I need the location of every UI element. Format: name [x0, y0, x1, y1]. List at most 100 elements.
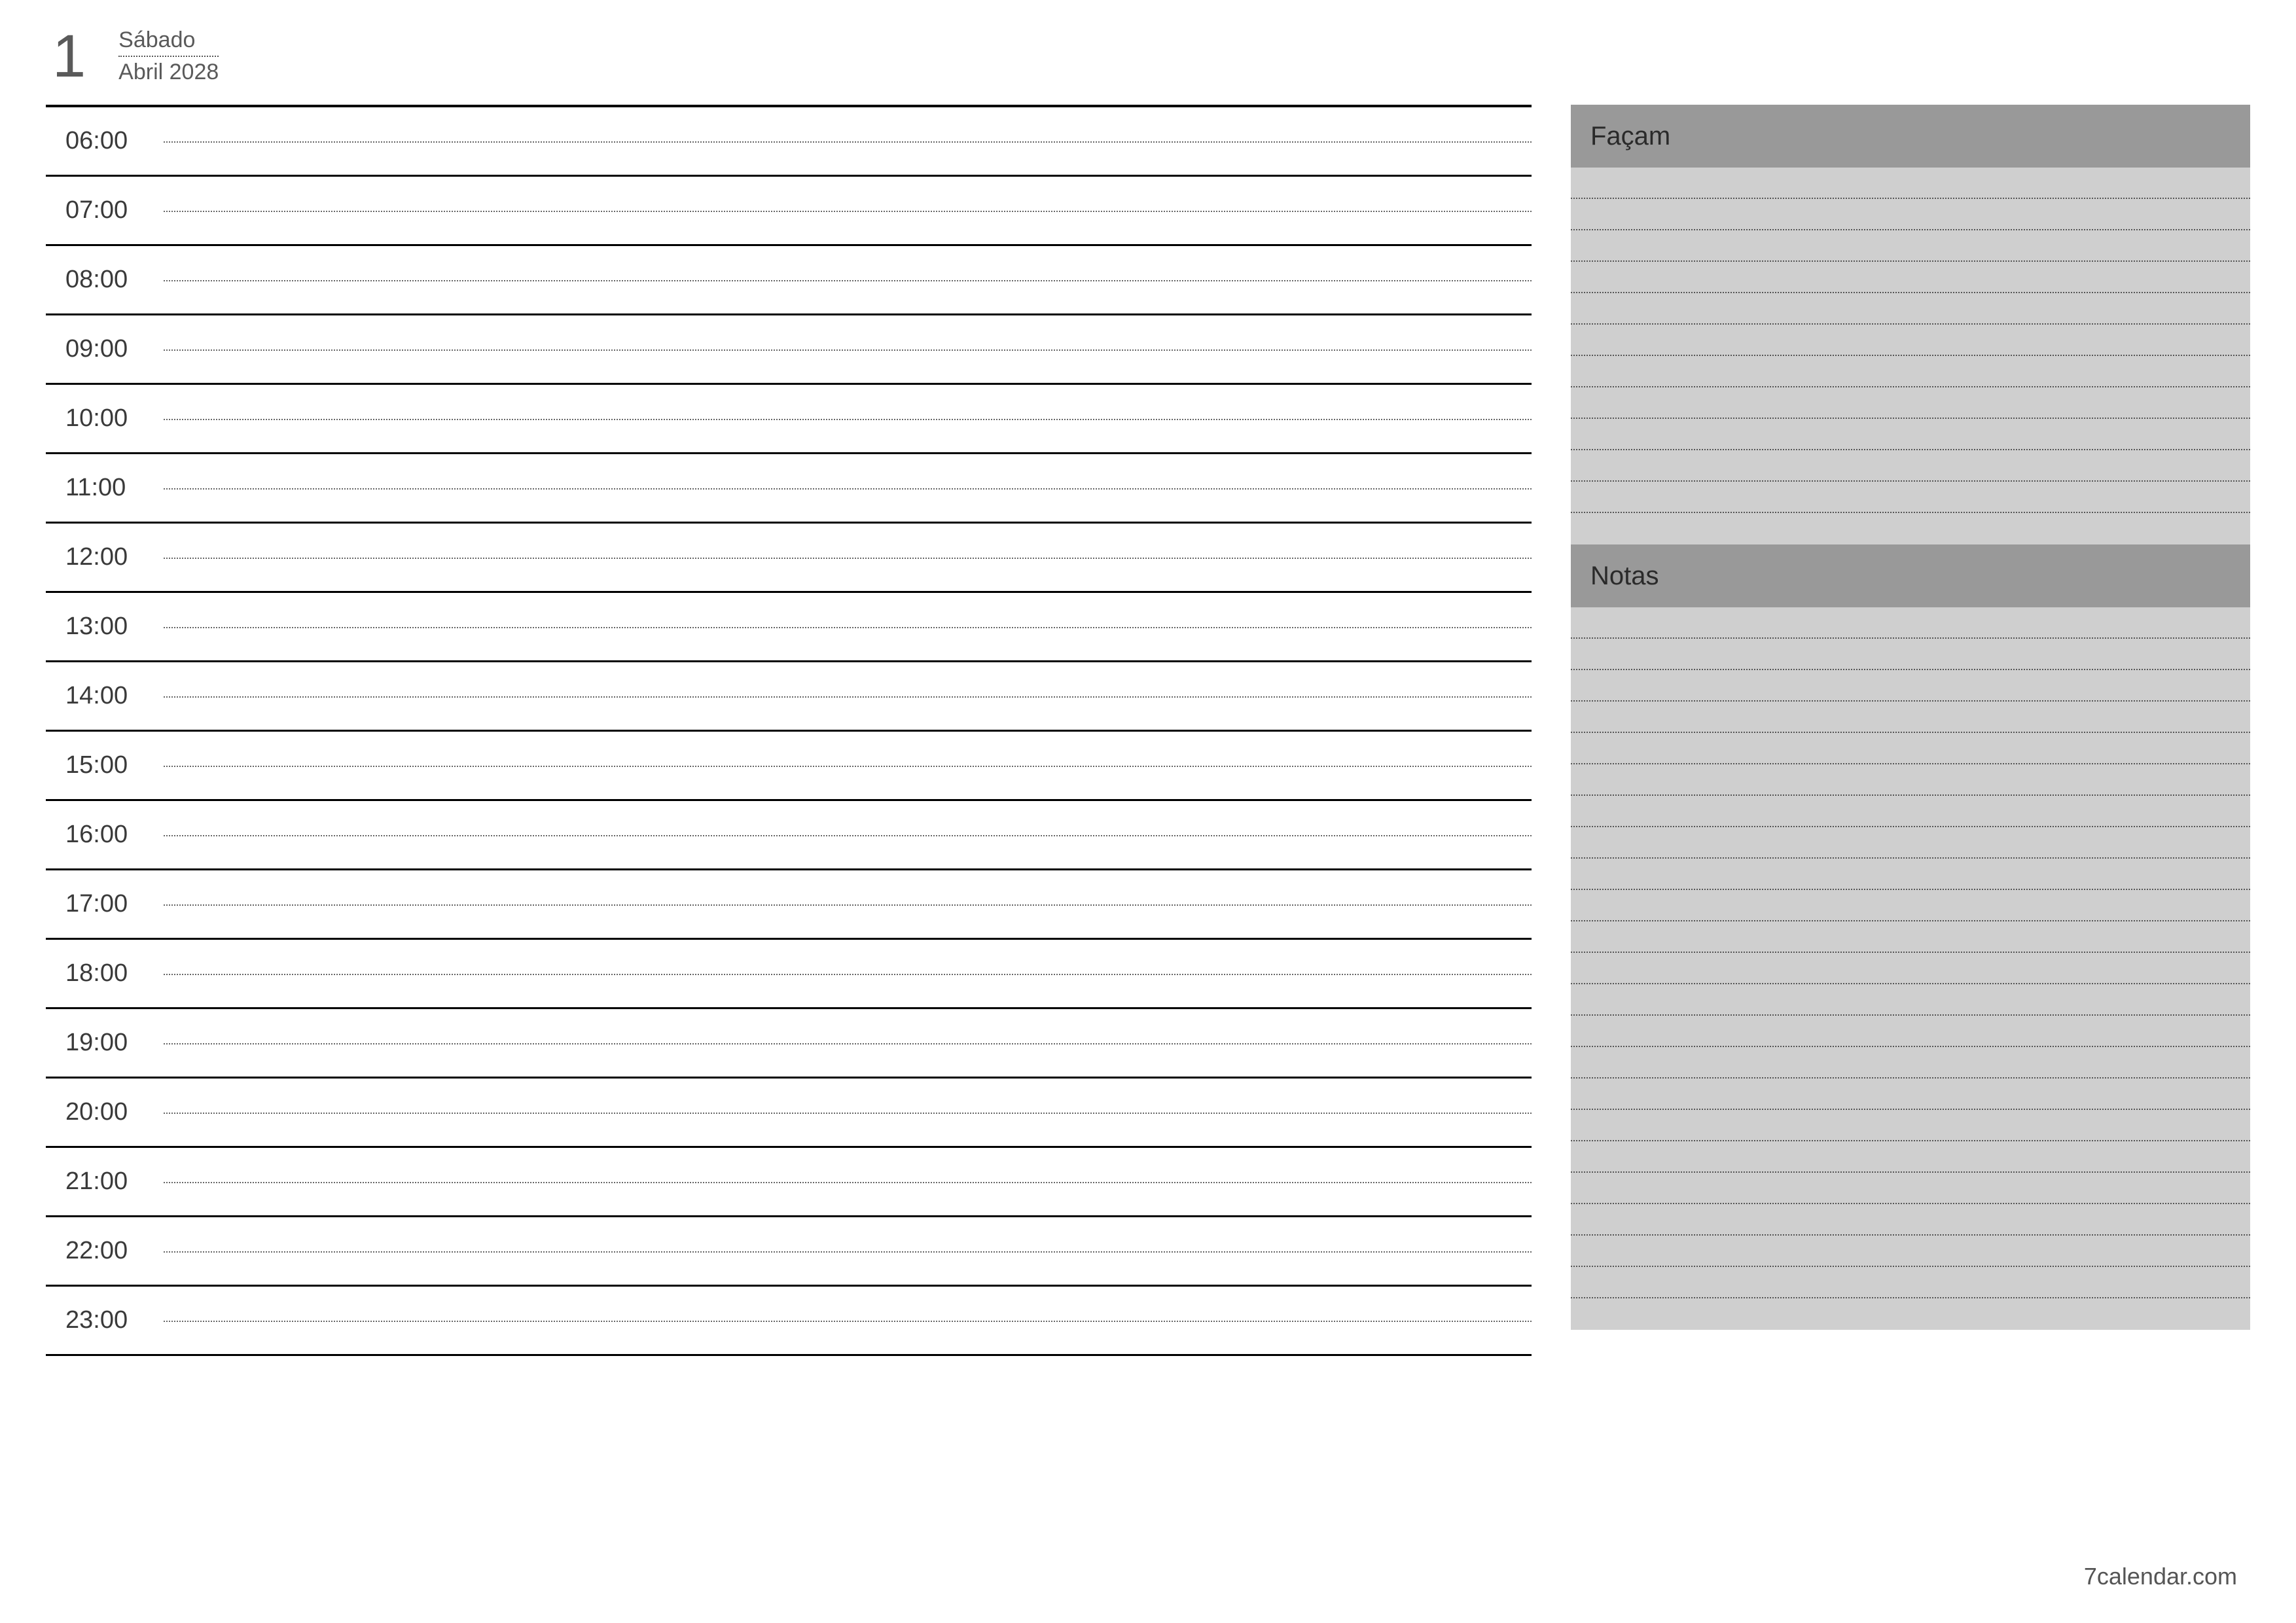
hour-row: 21:00 [46, 1148, 1532, 1217]
hour-label: 09:00 [46, 335, 164, 363]
hour-label: 18:00 [46, 959, 164, 988]
hour-row: 16:00 [46, 801, 1532, 870]
hour-row: 11:00 [46, 454, 1532, 524]
hour-writing-area [164, 1148, 1532, 1215]
day-info: Sábado Abril 2028 [118, 27, 219, 85]
hour-row: 22:00 [46, 1217, 1532, 1287]
notes-line [1571, 953, 2250, 984]
hour-label: 10:00 [46, 404, 164, 433]
hour-row: 20:00 [46, 1079, 1532, 1148]
notes-line [1571, 890, 2250, 921]
month-year-label: Abril 2028 [118, 60, 219, 85]
hour-label: 23:00 [46, 1306, 164, 1334]
notes-line [1571, 1016, 2250, 1047]
weekday-label: Sábado [118, 27, 219, 57]
todo-line [1571, 419, 2250, 450]
hour-writing-area [164, 1079, 1532, 1146]
hour-row: 08:00 [46, 246, 1532, 315]
hour-row: 14:00 [46, 662, 1532, 732]
hour-writing-area [164, 524, 1532, 591]
hour-writing-area [164, 1009, 1532, 1077]
notes-line [1571, 859, 2250, 890]
todo-line [1571, 482, 2250, 513]
schedule-grid: 06:00 07:00 08:00 09:00 10:00 11:00 12:00 13:00… [46, 105, 1532, 1356]
hour-writing-area [164, 385, 1532, 452]
todo-line [1571, 387, 2250, 419]
hour-writing-area [164, 454, 1532, 522]
hour-writing-area [164, 870, 1532, 938]
todo-line [1571, 513, 2250, 544]
notes-line [1571, 702, 2250, 733]
hour-row: 17:00 [46, 870, 1532, 940]
todo-line [1571, 199, 2250, 230]
notes-line [1571, 827, 2250, 859]
hour-row: 18:00 [46, 940, 1532, 1009]
hour-label: 21:00 [46, 1168, 164, 1196]
todo-line [1571, 450, 2250, 482]
todo-line [1571, 230, 2250, 262]
hour-label: 14:00 [46, 682, 164, 710]
notes-line [1571, 1141, 2250, 1173]
hour-label: 16:00 [46, 821, 164, 849]
notes-line [1571, 984, 2250, 1016]
hour-label: 15:00 [46, 751, 164, 779]
hour-label: 06:00 [46, 127, 164, 155]
todo-line [1571, 293, 2250, 325]
hour-label: 11:00 [46, 474, 164, 502]
notes-line [1571, 1267, 2250, 1298]
day-number: 1 [52, 26, 86, 86]
todo-line [1571, 356, 2250, 387]
notes-line [1571, 1236, 2250, 1267]
hour-label: 08:00 [46, 266, 164, 294]
todo-line [1571, 168, 2250, 199]
todo-body [1571, 168, 2250, 544]
hour-writing-area [164, 1287, 1532, 1354]
hour-writing-area [164, 593, 1532, 660]
hour-row: 07:00 [46, 177, 1532, 246]
notes-line [1571, 1047, 2250, 1079]
hour-writing-area [164, 107, 1532, 175]
hour-row: 13:00 [46, 593, 1532, 662]
hour-writing-area [164, 662, 1532, 730]
hour-label: 17:00 [46, 890, 164, 918]
notes-line [1571, 796, 2250, 827]
notes-header: Notas [1571, 544, 2250, 607]
notes-line [1571, 1204, 2250, 1236]
todo-header: Façam [1571, 105, 2250, 168]
hour-label: 13:00 [46, 613, 164, 641]
hour-label: 19:00 [46, 1029, 164, 1057]
hour-row: 23:00 [46, 1287, 1532, 1356]
header: 1 Sábado Abril 2028 [46, 26, 2250, 86]
sidebar: Façam Notas [1571, 105, 2250, 1356]
hour-writing-area [164, 246, 1532, 313]
footer-source: 7calendar.com [2084, 1563, 2237, 1590]
hour-row: 10:00 [46, 385, 1532, 454]
hour-row: 12:00 [46, 524, 1532, 593]
hour-writing-area [164, 177, 1532, 244]
notes-line [1571, 764, 2250, 796]
notes-line [1571, 639, 2250, 670]
notes-line [1571, 607, 2250, 639]
notes-body [1571, 607, 2250, 1330]
hour-writing-area [164, 1217, 1532, 1285]
hour-writing-area [164, 315, 1532, 383]
notes-line [1571, 1079, 2250, 1110]
notes-line [1571, 1298, 2250, 1330]
hour-label: 22:00 [46, 1237, 164, 1265]
todo-line [1571, 325, 2250, 356]
notes-line [1571, 670, 2250, 702]
notes-line [1571, 1110, 2250, 1141]
hour-row: 06:00 [46, 107, 1532, 177]
notes-line [1571, 921, 2250, 953]
hour-row: 15:00 [46, 732, 1532, 801]
hour-writing-area [164, 732, 1532, 799]
hour-label: 07:00 [46, 196, 164, 224]
notes-line [1571, 733, 2250, 764]
hour-writing-area [164, 940, 1532, 1007]
hour-row: 09:00 [46, 315, 1532, 385]
notes-line [1571, 1173, 2250, 1204]
todo-line [1571, 262, 2250, 293]
hour-writing-area [164, 801, 1532, 868]
hour-label: 20:00 [46, 1098, 164, 1126]
hour-label: 12:00 [46, 543, 164, 571]
